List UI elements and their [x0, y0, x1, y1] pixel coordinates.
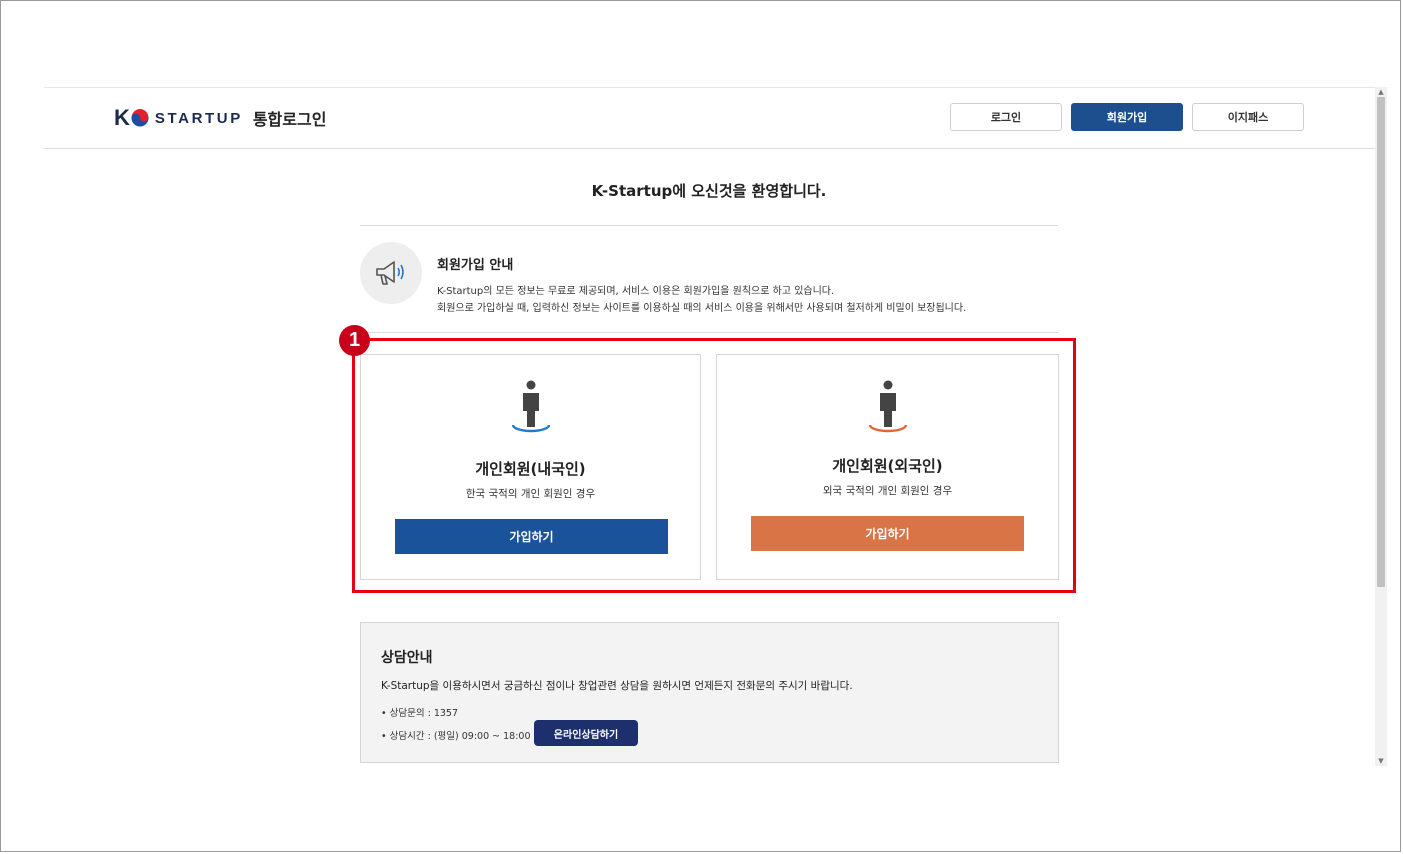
kstartup-logo[interactable]: K STARTUP 통합로그인: [114, 106, 326, 130]
online-consult-button[interactable]: 온라인상담하기: [534, 720, 638, 746]
consultation-box: 상담안내 K-Startup을 이용하시면서 궁금하신 점이나 창업관련 상담을…: [360, 622, 1059, 763]
megaphone-icon: [376, 261, 404, 285]
logo-k: K: [114, 105, 130, 130]
service-name: 통합로그인: [252, 110, 327, 129]
signup-button[interactable]: 회원가입: [1071, 103, 1183, 131]
divider: [360, 332, 1058, 333]
vertical-scrollbar[interactable]: ▲ ▼: [1375, 87, 1387, 766]
consult-desc: K-Startup을 이용하시면서 궁금하신 점이나 창업관련 상담을 원하시면…: [381, 680, 853, 692]
notice-line-1: K-Startup의 모든 정보는 무료로 제공되며, 서비스 이용은 회원가입…: [437, 286, 835, 297]
divider: [360, 225, 1058, 226]
site-header: K STARTUP 통합로그인 로그인 회원가입 이지패스: [44, 87, 1375, 149]
welcome-title: K-Startup에 오신것을 환영합니다.: [591, 182, 827, 200]
consult-phone: • 상담문의 : 1357: [381, 708, 459, 719]
notice-title: 회원가입 안내: [437, 258, 514, 273]
scroll-up-icon[interactable]: ▲: [1375, 87, 1387, 97]
annotation-marker: 1: [339, 325, 370, 356]
login-button[interactable]: 로그인: [950, 103, 1062, 131]
taegeuk-icon: [131, 109, 149, 127]
consult-title: 상담안내: [381, 650, 433, 666]
scroll-down-icon[interactable]: ▼: [1375, 756, 1387, 766]
consult-hours: • 상담시간 : (평일) 09:00 ~ 18:00: [381, 731, 531, 742]
scrollbar-thumb[interactable]: [1377, 97, 1385, 587]
logo-brand: STARTUP: [154, 109, 243, 127]
notice-line-2: 회원으로 가입하실 때, 입력하신 정보는 사이트를 이용하실 때의 서비스 이…: [437, 303, 967, 314]
highlight-box: [352, 338, 1076, 593]
easypass-button[interactable]: 이지패스: [1192, 103, 1304, 131]
notice-icon-wrap: [360, 242, 422, 304]
